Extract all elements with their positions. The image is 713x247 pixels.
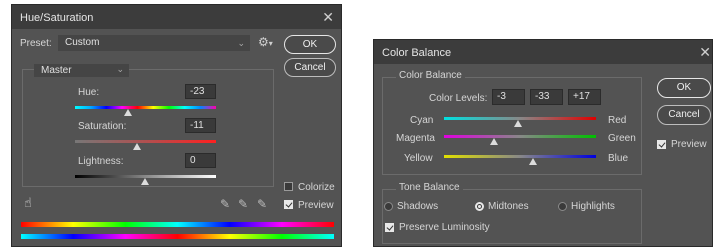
eyedropper-icon[interactable]: ✎ [220,197,230,211]
saturation-slider-thumb[interactable] [133,143,141,150]
shadows-label: Shadows [397,201,439,212]
cancel-button[interactable]: Cancel [657,105,711,125]
preserve-luminosity-checkbox[interactable] [385,223,394,232]
tone-balance-section-title: Tone Balance [396,182,463,193]
cyan-red-slider-thumb[interactable] [514,120,522,127]
yellow-label: Yellow [404,153,433,164]
lightness-label: Lightness: [78,156,124,167]
hs-preview-checkbox[interactable] [284,200,293,209]
close-icon[interactable]: ✕ [322,9,334,26]
magenta-green-slider-track[interactable] [444,135,596,138]
lightness-slider-thumb[interactable] [141,178,149,185]
cyan-label: Cyan [410,115,434,126]
color-levels-label: Color Levels: [429,93,488,104]
red-label: Red [608,115,627,126]
magenta-green-level-input[interactable]: -33 [530,89,563,105]
preset-value: Custom [65,37,100,48]
channel-select[interactable]: Master ⌄ [34,64,129,77]
chevron-down-icon: ⌄ [237,38,245,48]
cb-preview-checkbox[interactable] [657,140,666,149]
gear-icon[interactable]: ⚙▾ [258,35,273,49]
eyedropper-minus-icon[interactable]: ✎ [257,197,267,211]
hue-saturation-dialog: Hue/Saturation ✕ Preset: Custom ⌄ ⚙▾ OK … [11,4,342,247]
color-balance-titlebar: Color Balance ✕ [374,40,712,64]
close-icon[interactable]: ✕ [699,44,711,61]
lightness-input[interactable]: 0 [185,153,216,168]
eyedropper-plus-icon[interactable]: ✎ [238,197,248,211]
magenta-green-slider-thumb[interactable] [490,138,498,145]
yellow-blue-slider-thumb[interactable] [529,158,537,165]
yellow-blue-level-input[interactable]: +17 [568,89,601,105]
magenta-label: Magenta [396,133,435,144]
dialog-title: Hue/Saturation [20,12,94,24]
cyan-red-level-input[interactable]: -3 [492,89,525,105]
cancel-button[interactable]: Cancel [284,58,336,77]
preset-label: Preset: [20,38,52,49]
highlights-radio[interactable] [558,202,567,211]
ok-button[interactable]: OK [284,35,336,54]
hue-spectrum-bar-bottom [21,234,334,239]
yellow-blue-slider-track[interactable] [444,155,596,158]
green-label: Green [608,133,636,144]
saturation-slider-track[interactable] [75,140,216,143]
hue-saturation-titlebar: Hue/Saturation ✕ [12,5,341,29]
chevron-down-icon: ⌄ [116,64,124,74]
color-balance-section-title: Color Balance [396,70,465,81]
preset-select[interactable]: Custom ⌄ [58,35,250,51]
cb-preview-label: Preview [671,139,707,150]
saturation-input[interactable]: -11 [185,118,216,133]
hue-spectrum-bar-top [21,222,334,227]
highlights-label: Highlights [571,201,615,212]
color-balance-dialog: Color Balance ✕ Color Balance Color Leve… [373,39,713,247]
adjustment-group [22,69,274,187]
hue-slider-track[interactable] [75,106,216,109]
colorize-checkbox[interactable] [284,182,293,191]
dialog-title: Color Balance [382,47,452,59]
hue-input[interactable]: -23 [185,84,216,99]
hs-preview-label: Preview [298,200,334,211]
saturation-label: Saturation: [78,121,127,132]
shadows-radio[interactable] [384,202,393,211]
tone-balance-group [382,189,642,244]
colorize-label: Colorize [298,182,335,193]
midtones-label: Midtones [488,201,529,212]
channel-value: Master [41,65,72,76]
ok-button[interactable]: OK [657,78,711,98]
hue-label: Hue: [78,87,100,98]
blue-label: Blue [608,153,629,164]
preserve-luminosity-label: Preserve Luminosity [399,222,490,233]
midtones-radio[interactable] [475,202,484,211]
hue-slider-thumb[interactable] [124,109,132,116]
hand-adjust-icon[interactable]: ☝ [24,195,32,211]
